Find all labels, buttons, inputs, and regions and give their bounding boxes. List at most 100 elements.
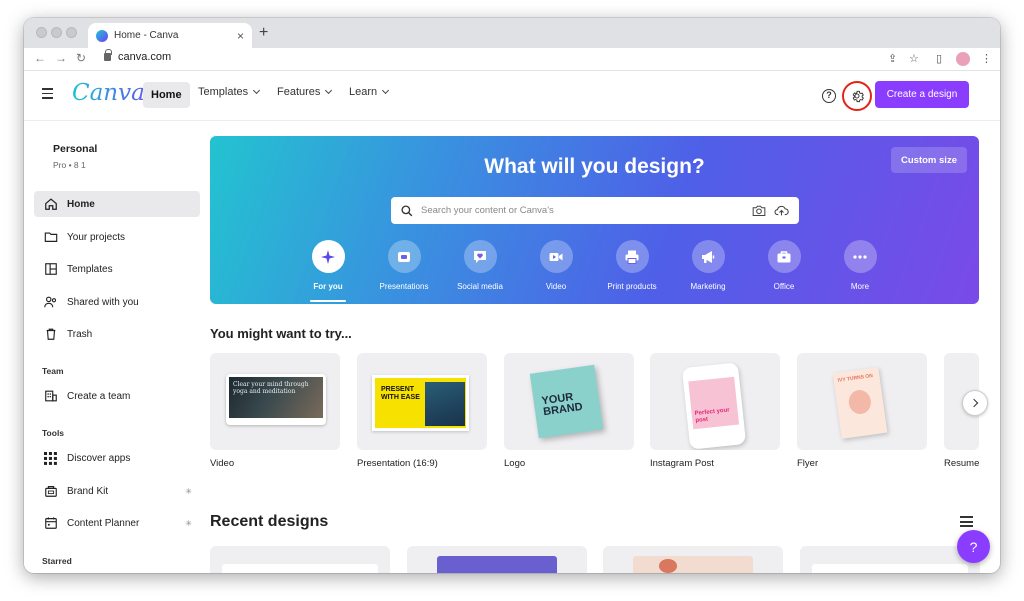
reload-button[interactable]: ↻ <box>76 51 86 65</box>
side-panel-icon[interactable]: ▯ <box>936 52 942 65</box>
camera-search-icon[interactable] <box>752 204 766 217</box>
hamburger-menu-icon[interactable] <box>42 88 53 99</box>
tab-title: Home - Canva <box>114 30 179 41</box>
video-thumb-text: Clear your mind through yoga and meditat… <box>229 377 323 418</box>
create-a-design-button[interactable]: Create a design <box>875 81 969 108</box>
sidebar: Personal Pro • 8 1 Home Your projects Te… <box>24 122 210 573</box>
help-fab-button[interactable]: ? <box>957 530 990 563</box>
template-card-flyer[interactable]: IVY TURNS ON <box>797 353 927 450</box>
recent-thumb <box>437 556 557 573</box>
nav-features[interactable]: Features <box>277 86 333 98</box>
sidebar-section-team: Team <box>42 366 64 376</box>
recent-thumb <box>222 564 378 573</box>
carousel-next-button[interactable] <box>962 390 988 416</box>
sidebar-item-trash[interactable]: Trash <box>34 321 200 347</box>
list-view-icon[interactable] <box>960 516 973 528</box>
pin-icon[interactable]: ✳ <box>185 519 192 528</box>
template-card-logo[interactable]: YOUR BRAND <box>504 353 634 450</box>
tab-strip: Home - Canva × + <box>24 18 1000 48</box>
sidebar-item-home[interactable]: Home <box>34 191 200 217</box>
help-icon[interactable]: ? <box>822 89 836 103</box>
presentation-thumb-text: PRESENT WITH EASE <box>381 386 420 401</box>
hero-banner: What will you design? Custom size Search… <box>210 136 979 304</box>
card-label-presentation: Presentation (16:9) <box>357 458 438 469</box>
category-social-media[interactable]: Social media <box>445 240 515 291</box>
trash-icon <box>43 327 58 342</box>
template-card-presentation[interactable]: PRESENT WITH EASE <box>357 353 487 450</box>
share-icon[interactable]: ⇪ <box>888 52 897 65</box>
category-for-you[interactable]: For you <box>293 240 363 302</box>
chevron-right-icon <box>969 398 979 408</box>
upload-cloud-icon[interactable] <box>774 204 789 217</box>
recent-design-card[interactable] <box>210 546 390 573</box>
recent-design-card[interactable] <box>407 546 587 573</box>
sidebar-item-label: Content Planner <box>67 517 140 529</box>
custom-size-button[interactable]: Custom size <box>891 147 967 173</box>
window-close-dot[interactable] <box>36 27 47 38</box>
recent-thumb-art <box>659 559 677 573</box>
sidebar-item-content-planner[interactable]: Content Planner ✳ <box>34 510 200 536</box>
flyer-thumb-text: IVY TURNS ON <box>837 372 874 384</box>
nav-templates-label: Templates <box>198 86 249 98</box>
category-marketing[interactable]: Marketing <box>673 240 743 291</box>
browser-menu-icon[interactable]: ⋮ <box>981 52 992 65</box>
hero-title: What will you design? <box>484 155 705 178</box>
forward-button[interactable]: → <box>55 51 67 65</box>
nav-learn[interactable]: Learn <box>349 86 390 98</box>
category-more[interactable]: More <box>825 240 895 291</box>
recent-design-card[interactable] <box>800 546 980 573</box>
more-dots-icon <box>843 240 877 273</box>
template-card-instagram-post[interactable]: Perfect your post <box>650 353 780 450</box>
category-office[interactable]: Office <box>749 240 819 291</box>
category-video[interactable]: Video <box>521 240 591 291</box>
category-label: Video <box>545 282 567 291</box>
presentation-thumb: PRESENT WITH EASE <box>372 375 469 431</box>
canva-logo[interactable]: Canva <box>72 80 145 106</box>
sidebar-item-your-projects[interactable]: Your projects <box>34 224 200 250</box>
heart-chat-icon <box>463 240 497 273</box>
back-button[interactable]: ← <box>34 51 46 65</box>
bookmark-star-icon[interactable]: ☆ <box>909 52 919 65</box>
account-name[interactable]: Personal <box>53 143 97 155</box>
address-bar: ← → ↻ canva.com ⇪ ☆ ▯ ⋮ <box>24 48 1000 71</box>
url-field[interactable]: canva.com <box>104 49 171 63</box>
sidebar-item-shared-with-you[interactable]: Shared with you <box>34 289 200 315</box>
recent-design-card[interactable] <box>603 546 783 573</box>
card-label-video: Video <box>210 458 235 469</box>
design-search-input[interactable]: Search your content or Canva's <box>391 197 799 224</box>
recent-designs-title: Recent designs <box>210 513 329 530</box>
browser-window: Home - Canva × + ← → ↻ canva.com ⇪ ☆ ▯ ⋮… <box>24 18 1000 573</box>
nav-home[interactable]: Home <box>143 82 190 108</box>
nav-learn-label: Learn <box>349 86 378 98</box>
sidebar-item-label: Shared with you <box>67 296 139 308</box>
sidebar-item-label: Home <box>67 198 95 210</box>
card-label-resume: Resume <box>944 458 979 469</box>
sidebar-item-templates[interactable]: Templates <box>34 256 200 282</box>
brand-kit-icon <box>43 484 58 499</box>
category-presentations[interactable]: Presentations <box>369 240 439 291</box>
recent-thumb <box>812 564 968 573</box>
new-tab-button[interactable]: + <box>259 24 268 42</box>
browser-tab[interactable]: Home - Canva × <box>88 23 252 48</box>
category-print-products[interactable]: Print products <box>597 240 667 291</box>
sidebar-item-brand-kit[interactable]: Brand Kit ✳ <box>34 478 200 504</box>
category-label: Marketing <box>690 282 726 291</box>
sidebar-item-label: Your projects <box>67 231 125 243</box>
pin-icon[interactable]: ✳ <box>185 487 192 496</box>
template-card-video[interactable]: Clear your mind through yoga and meditat… <box>210 353 340 450</box>
profile-avatar[interactable] <box>956 52 970 66</box>
printer-icon <box>615 240 649 273</box>
account-plan: Pro • 8 1 <box>53 160 86 170</box>
tab-close-icon[interactable]: × <box>237 29 244 43</box>
sidebar-item-create-a-team[interactable]: Create a team <box>34 383 200 409</box>
category-label: Social media <box>457 282 503 291</box>
canva-header: Canva Home Templates Features Learn ? Cr… <box>24 71 1000 121</box>
sparkle-icon <box>311 240 345 273</box>
settings-button[interactable] <box>842 81 872 111</box>
chevron-down-icon <box>325 86 333 95</box>
video-thumb-frame: Clear your mind through yoga and meditat… <box>226 374 326 425</box>
nav-templates[interactable]: Templates <box>198 86 261 98</box>
window-minimize-dot[interactable] <box>51 27 62 38</box>
sidebar-item-discover-apps[interactable]: Discover apps <box>34 445 200 471</box>
window-zoom-dot[interactable] <box>66 27 77 38</box>
